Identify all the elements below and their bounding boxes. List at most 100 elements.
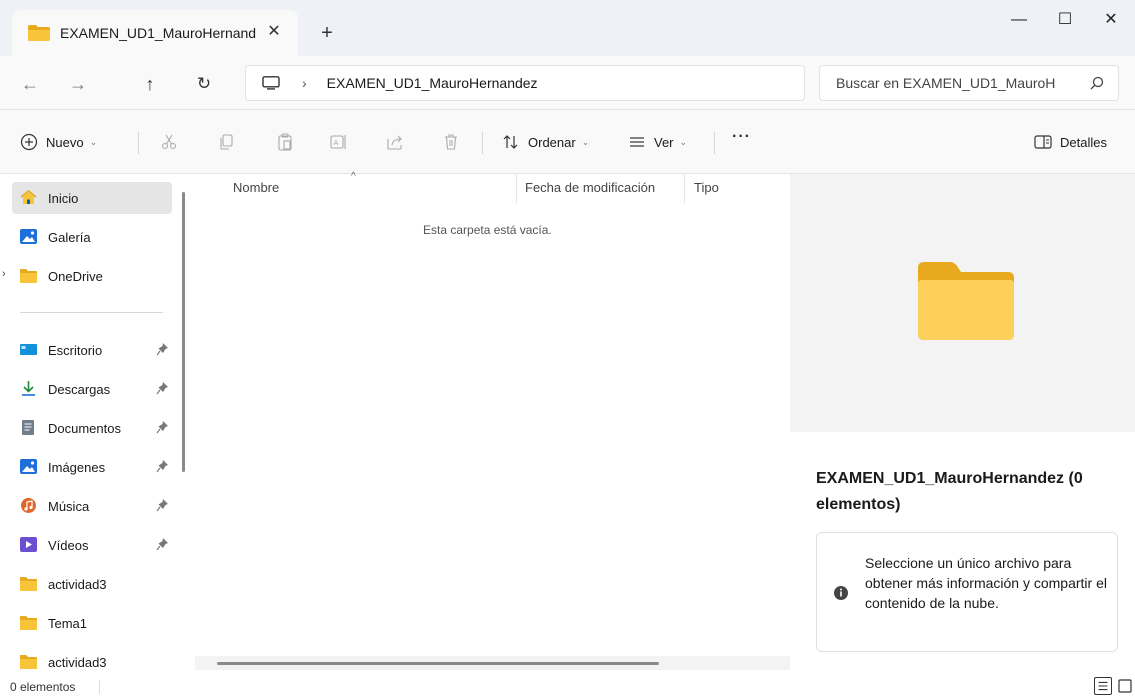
sidebar-item-label: Vídeos — [48, 537, 89, 553]
column-header-date[interactable]: Fecha de modificación — [525, 180, 655, 195]
close-button[interactable]: ✕ — [1088, 0, 1134, 40]
folder-icon — [28, 25, 50, 41]
column-divider[interactable] — [684, 174, 685, 204]
sidebar-divider — [20, 312, 163, 313]
sidebar-item-label: Tema1 — [48, 615, 88, 631]
horizontal-scrollbar[interactable] — [217, 662, 659, 665]
sidebar-item-label: actividad3 — [48, 576, 107, 592]
details-button-label: Detalles — [1060, 134, 1107, 150]
forward-button[interactable]: → — [64, 70, 92, 98]
sidebar-item-inicio[interactable]: Inicio — [12, 182, 172, 214]
sidebar-item-videos[interactable]: Vídeos — [12, 529, 172, 561]
view-button-label: Ver — [654, 134, 674, 150]
pin-icon[interactable] — [156, 459, 169, 473]
computer-icon — [262, 76, 280, 90]
sidebar-item-onedrive[interactable]: › OneDrive — [2, 260, 172, 292]
refresh-button[interactable]: ↻ — [190, 70, 218, 98]
details-pane-icon — [1034, 135, 1052, 149]
tab-close-icon[interactable]: ✕ — [264, 22, 284, 42]
cut-button[interactable] — [160, 128, 178, 156]
new-tab-button[interactable]: + — [314, 20, 340, 46]
search-input[interactable] — [836, 75, 1084, 91]
title-bar: EXAMEN_UD1_MauroHernand ✕ + — ☐ ✕ — [0, 0, 1135, 56]
status-bar: 0 elementos — [0, 674, 1135, 699]
navigation-pane: Inicio Galería › OneDrive Escritorio Des… — [0, 174, 195, 674]
sidebar-item-musica[interactable]: Música — [12, 490, 172, 522]
details-button[interactable]: Detalles — [1034, 128, 1107, 156]
pin-icon[interactable] — [156, 381, 169, 395]
details-view-icon[interactable] — [1094, 677, 1112, 695]
rename-icon: A — [330, 135, 346, 149]
pin-icon[interactable] — [156, 537, 169, 551]
address-bar[interactable]: › EXAMEN_UD1_MauroHernandez — [245, 65, 805, 101]
sidebar-item-label: Imágenes — [48, 459, 106, 475]
breadcrumb-current-folder[interactable]: EXAMEN_UD1_MauroHernandez — [327, 75, 538, 91]
paste-button[interactable] — [276, 128, 294, 156]
new-button-label: Nuevo — [46, 134, 84, 150]
sort-icon — [503, 135, 518, 149]
empty-folder-message: Esta carpeta está vacía. — [423, 223, 552, 237]
trash-icon — [445, 134, 457, 150]
pin-icon[interactable] — [156, 342, 169, 356]
sidebar-item-documentos[interactable]: Documentos — [12, 412, 172, 444]
minimize-button[interactable]: — — [996, 0, 1042, 40]
folder-icon — [20, 269, 37, 283]
pin-icon[interactable] — [156, 498, 169, 512]
share-button[interactable] — [386, 128, 404, 156]
sort-button-label: Ordenar — [528, 134, 576, 150]
up-button[interactable]: ↑ — [136, 70, 164, 98]
sidebar-item-tema1[interactable]: Tema1 — [12, 607, 172, 639]
chevron-right-icon[interactable]: › — [2, 268, 6, 280]
view-button[interactable]: Ver ⌄ — [628, 128, 687, 156]
sidebar-item-label: Documentos — [48, 420, 121, 436]
share-icon — [387, 135, 402, 150]
sidebar-item-actividad3[interactable]: actividad3 — [12, 568, 172, 600]
column-header-name[interactable]: Nombre — [233, 180, 279, 195]
sidebar-item-descargas[interactable]: Descargas — [12, 373, 172, 405]
download-icon — [22, 381, 35, 396]
pin-icon[interactable] — [156, 420, 169, 434]
folder-icon — [20, 577, 37, 591]
paste-icon — [278, 133, 292, 151]
delete-button[interactable] — [442, 128, 460, 156]
tiles-view-icon[interactable] — [1116, 677, 1134, 695]
info-card: Seleccione un único archivo para obtener… — [816, 532, 1118, 652]
copy-button[interactable] — [218, 128, 236, 156]
back-button[interactable]: ← — [16, 70, 44, 98]
breadcrumb-separator: › — [302, 75, 307, 91]
sidebar-scrollbar[interactable] — [182, 192, 185, 472]
folder-icon — [918, 262, 1014, 340]
chevron-down-icon: ⌄ — [89, 136, 98, 147]
sort-button[interactable]: Ordenar ⌄ — [502, 128, 589, 156]
pictures-icon — [20, 459, 37, 474]
new-button[interactable]: Nuevo ⌄ — [20, 128, 97, 156]
column-header-type[interactable]: Tipo — [694, 180, 719, 195]
folder-icon — [20, 655, 37, 669]
more-options-button[interactable]: ··· — [732, 128, 751, 146]
details-pane: EXAMEN_UD1_MauroHernandez (0 elementos) … — [790, 174, 1135, 674]
address-bar-row: ← → ↑ ↻ › EXAMEN_UD1_MauroHernandez — [0, 56, 1135, 110]
gallery-icon — [20, 229, 37, 244]
sidebar-item-escritorio[interactable]: Escritorio — [12, 334, 172, 366]
search-icon — [1090, 76, 1104, 90]
folder-icon — [20, 616, 37, 630]
toolbar-divider — [482, 132, 483, 154]
svg-text:A: A — [334, 139, 339, 147]
sidebar-item-imagenes[interactable]: Imágenes — [12, 451, 172, 483]
home-icon — [20, 190, 37, 204]
sidebar-item-galeria[interactable]: Galería — [12, 221, 172, 253]
rename-button[interactable]: A — [330, 128, 348, 156]
documents-icon — [22, 420, 34, 435]
tab-active[interactable]: EXAMEN_UD1_MauroHernand ✕ — [12, 10, 298, 56]
videos-icon — [20, 537, 37, 552]
preview-area — [790, 174, 1135, 432]
column-divider[interactable] — [516, 174, 517, 204]
maximize-button[interactable]: ☐ — [1042, 0, 1088, 40]
music-icon — [21, 498, 36, 513]
item-count: 0 elementos — [10, 680, 76, 694]
search-box[interactable] — [819, 65, 1119, 101]
info-icon — [834, 586, 848, 600]
scissors-icon — [161, 134, 177, 150]
toolbar-divider — [138, 132, 139, 154]
sidebar-item-label: actividad3 — [48, 654, 107, 670]
